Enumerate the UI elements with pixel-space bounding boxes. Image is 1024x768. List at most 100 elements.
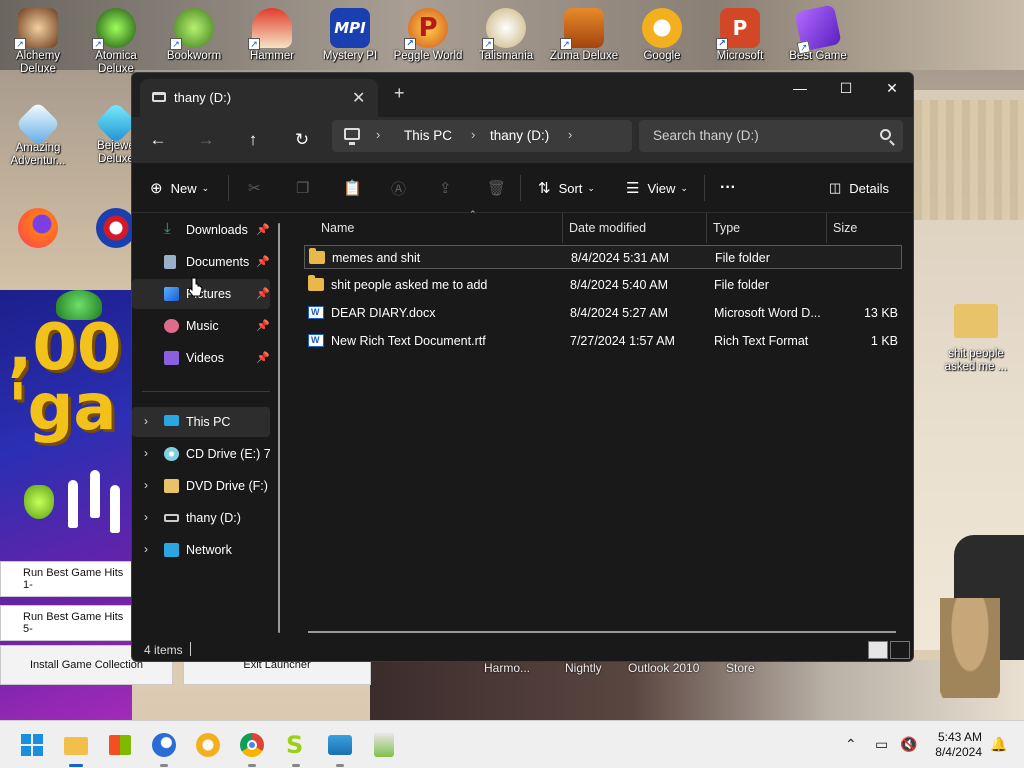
maximize-button[interactable]: ☐ <box>823 77 869 105</box>
sidebar-item-documents[interactable]: Documents 📌 <box>132 247 270 277</box>
desktop-icon-peggle[interactable]: P ↗ Peggle World <box>392 0 464 63</box>
back-button[interactable]: ← <box>144 126 172 154</box>
desktop-folder-shit-people[interactable]: shit people asked me ... <box>938 296 1014 374</box>
file-row[interactable]: shit people asked me to add 8/4/2024 5:4… <box>304 273 902 297</box>
file-list: Name ⌃ Date modified Type Size memes and… <box>284 209 913 633</box>
sidebar-item-thany-d[interactable]: › thany (D:) <box>132 503 270 533</box>
file-row[interactable]: New Rich Text Document.rtf 7/27/2024 1:5… <box>304 329 902 353</box>
taskbar-file-explorer[interactable] <box>60 729 92 767</box>
delete-icon[interactable]: 🗑 <box>487 175 514 201</box>
breadcrumb-this-pc[interactable]: This PC <box>404 128 452 143</box>
start-button[interactable] <box>16 729 48 761</box>
desktop-label-nightly[interactable]: Nightly <box>565 661 602 675</box>
paste-icon[interactable]: 📋 <box>343 175 370 201</box>
pin-icon[interactable]: 📌 <box>256 287 270 300</box>
desktop-icon-atomica[interactable]: ↗ Atomica Deluxe <box>80 0 152 76</box>
desktop-label-store[interactable]: Store <box>726 661 755 675</box>
search-input[interactable]: Search thany (D:) <box>653 128 759 143</box>
desktop-icon-microsoft[interactable]: P ↗ Microsoft <box>704 0 776 63</box>
large-icons-view-icon[interactable] <box>890 641 910 659</box>
refresh-button[interactable]: ↻ <box>288 126 316 154</box>
toolbar-divider <box>228 175 229 201</box>
tab-close-icon[interactable]: ✕ <box>352 88 365 108</box>
cut-icon[interactable]: ✂ <box>248 175 269 201</box>
run-best-game-hits-1-button[interactable]: Run Best Game Hits 1- <box>0 561 132 597</box>
chevron-right-icon[interactable]: › <box>144 414 148 428</box>
taskbar-app-s[interactable]: S <box>280 729 312 767</box>
chevron-right-icon[interactable]: › <box>471 127 475 142</box>
volume-muted-icon[interactable]: 🔇 <box>900 736 917 753</box>
chevron-right-icon[interactable]: › <box>376 127 380 142</box>
clock[interactable]: 5:43 AM 8/4/2024 <box>928 730 982 760</box>
new-tab-button[interactable]: + <box>394 84 405 102</box>
desktop-icon-talismania[interactable]: ↗ Talismania <box>470 0 542 63</box>
taskbar-chrome-canary[interactable] <box>192 729 224 761</box>
desktop-icon-amazing-adventures[interactable]: Amazing Adventur... <box>2 100 74 168</box>
details-view-icon[interactable] <box>868 641 888 659</box>
column-divider[interactable] <box>826 213 827 243</box>
desktop-label-outlook[interactable]: Outlook 2010 <box>628 661 699 675</box>
sidebar-item-downloads[interactable]: ⤓ Downloads 📌 <box>132 215 270 245</box>
desktop-icon-best-game[interactable]: ↗ Best Game <box>782 0 854 63</box>
sidebar-scrollbar[interactable] <box>278 223 280 633</box>
breadcrumb-thany-d[interactable]: thany (D:) <box>490 128 549 143</box>
up-button[interactable]: ↑ <box>239 126 267 154</box>
chevron-right-icon[interactable]: › <box>144 446 148 460</box>
desktop-icon-hammer[interactable]: ↗ Hammer <box>236 0 308 63</box>
sidebar-item-network[interactable]: › Network <box>132 535 270 565</box>
chevron-right-icon[interactable]: › <box>144 510 148 524</box>
chevron-up-icon[interactable]: ⌃ <box>845 736 857 753</box>
more-options-button[interactable]: ··· <box>720 175 736 201</box>
pin-icon[interactable]: 📌 <box>256 255 270 268</box>
sidebar-item-music[interactable]: Music 📌 <box>132 311 270 341</box>
new-button[interactable]: ⊕ New ⌄ <box>150 175 209 201</box>
notification-bell-icon[interactable]: 🔔 <box>990 736 1007 753</box>
desktop-icon-zuma[interactable]: ↗ Zuma Deluxe <box>548 0 620 63</box>
run-best-game-hits-5-button[interactable]: Run Best Game Hits 5- <box>0 605 132 641</box>
search-box[interactable]: Search thany (D:) <box>639 120 903 152</box>
view-button[interactable]: ☰ View ⌄ <box>626 175 688 201</box>
taskbar-firefox-nightly[interactable] <box>148 729 180 767</box>
column-header-size[interactable]: Size <box>833 213 857 243</box>
pin-icon[interactable]: 📌 <box>256 319 270 332</box>
pin-icon[interactable]: 📌 <box>256 351 270 364</box>
file-row[interactable]: DEAR DIARY.docx 8/4/2024 5:27 AM Microso… <box>304 301 902 325</box>
rename-icon[interactable]: Ⓐ <box>391 175 414 201</box>
chevron-right-icon[interactable]: › <box>568 127 572 142</box>
sidebar-item-label: CD Drive (E:) 700 <box>186 447 270 461</box>
address-bar[interactable]: › This PC › thany (D:) › <box>332 120 632 152</box>
column-divider[interactable] <box>562 213 563 243</box>
desktop-icon-mystery-pi[interactable]: MPI Mystery PI <box>314 0 386 63</box>
column-header-type[interactable]: Type <box>713 213 740 243</box>
details-button[interactable]: ◫ Details <box>829 175 889 201</box>
column-header-date-modified[interactable]: Date modified <box>569 213 646 243</box>
tab-thany-d[interactable]: thany (D:) ✕ <box>140 79 378 117</box>
share-icon[interactable]: ⇪ <box>439 175 460 201</box>
horizontal-scrollbar[interactable] <box>308 631 896 633</box>
chevron-right-icon[interactable]: › <box>144 478 148 492</box>
pin-icon[interactable]: 📌 <box>256 223 270 236</box>
chevron-right-icon[interactable]: › <box>144 542 148 556</box>
sidebar-item-videos[interactable]: Videos 📌 <box>132 343 270 373</box>
file-row[interactable]: memes and shit 8/4/2024 5:31 AM File fol… <box>304 245 902 269</box>
taskbar-chrome[interactable] <box>236 729 268 767</box>
close-button[interactable]: ✕ <box>869 77 913 105</box>
desktop-icon-alchemy[interactable]: ↗ Alchemy Deluxe <box>2 0 74 76</box>
desktop-label-harmony[interactable]: Harmo... <box>484 661 530 675</box>
sort-button[interactable]: ⇅ Sort ⌄ <box>538 175 595 201</box>
taskbar-installer[interactable] <box>368 729 400 761</box>
copy-icon[interactable]: ❐ <box>296 175 317 201</box>
taskbar-store[interactable] <box>104 729 136 761</box>
forward-button[interactable]: → <box>192 126 220 154</box>
taskbar-launcher[interactable] <box>324 729 356 767</box>
desktop-icon-firefox[interactable] <box>2 200 74 250</box>
minimize-button[interactable]: — <box>777 77 823 105</box>
column-header-name[interactable]: Name ⌃ <box>321 209 477 243</box>
sidebar-item-dvd-drive[interactable]: › DVD Drive (F:) O <box>132 471 270 501</box>
network-status-icon[interactable]: ▭ <box>875 736 888 753</box>
sidebar-item-this-pc[interactable]: › This PC <box>132 407 270 437</box>
column-divider[interactable] <box>706 213 707 243</box>
sidebar-item-cd-drive[interactable]: › CD Drive (E:) 700 <box>132 439 270 469</box>
desktop-icon-google[interactable]: Google <box>626 0 698 63</box>
desktop-icon-bookworm[interactable]: ↗ Bookworm <box>158 0 230 63</box>
